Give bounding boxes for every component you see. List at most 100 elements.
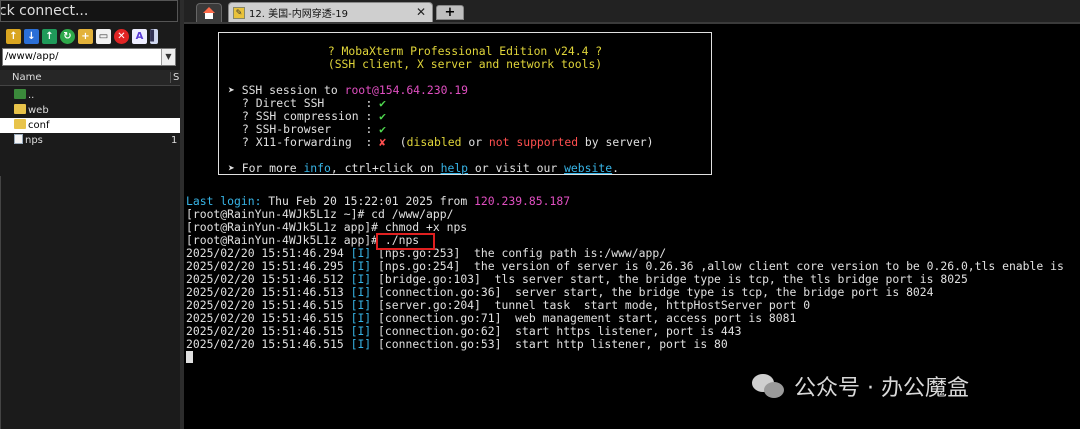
file-icon <box>14 134 23 144</box>
feature-label: ? Direct SSH : <box>242 96 373 110</box>
log-message: [connection.go:62] start https listener,… <box>378 324 742 338</box>
new-tab-button[interactable]: + <box>436 5 464 20</box>
more-icon[interactable]: ▌ <box>150 28 158 44</box>
x11-or: or <box>461 135 489 149</box>
last-login-date: Thu Feb 20 15:22:01 2025 <box>268 194 433 208</box>
new-file-icon[interactable]: ▭ <box>96 28 111 44</box>
banner-subtitle: (SSH client, X server and network tools) <box>327 57 603 71</box>
more-info-line: ➤ For more info, ctrl+click on help or v… <box>228 162 720 175</box>
log-timestamp: 2025/02/20 15:51:46.515 <box>186 298 344 312</box>
more-prefix: ➤ For more <box>228 161 304 175</box>
file-list: .. web conf nps 1 <box>0 88 180 148</box>
feature-label: ? SSH compression : <box>242 109 373 123</box>
feature-x11-forwarding: ? X11-forwarding : ✘ (disabled or not su… <box>242 136 734 149</box>
file-name: nps <box>25 135 43 146</box>
log-level: [I] <box>350 272 372 286</box>
chevron-down-icon[interactable]: ▼ <box>161 49 175 65</box>
path-value: /www/app/ <box>5 51 59 62</box>
terminal-tab-icon: ✎ <box>233 6 245 19</box>
log-level: [I] <box>350 246 372 260</box>
log-timestamp: 2025/02/20 15:51:46.295 <box>186 259 344 273</box>
log-level: [I] <box>350 324 372 338</box>
last-login-from: from <box>432 194 475 208</box>
feature-label: ? X11-forwarding : <box>242 135 373 149</box>
file-row[interactable]: .. <box>0 88 180 103</box>
download-icon[interactable]: ↓ <box>24 28 39 44</box>
delete-icon[interactable]: ✕ <box>114 28 129 44</box>
cross-icon: ✘ <box>379 135 387 149</box>
x11-note-open: ( <box>399 135 407 149</box>
folder-icon <box>14 104 26 114</box>
log-timestamp: 2025/02/20 15:51:46.515 <box>186 324 344 338</box>
sftp-sidebar: ick connect... ↑ ↓ ↑ ↻ + ▭ ✕ A ▌ /www/ap… <box>0 0 180 429</box>
log-message: [connection.go:53] start http listener, … <box>378 337 728 351</box>
sidebar-border <box>0 176 1 429</box>
log-message: [server.go:204] tunnel task start mode, … <box>378 298 811 312</box>
welcome-banner: ? MobaXterm Professional Edition v24.4 ?… <box>218 32 712 175</box>
log-level: [I] <box>350 311 372 325</box>
more-mid: , ctrl+click on <box>330 161 441 175</box>
file-name: conf <box>28 120 50 131</box>
path-field[interactable]: /www/app/ ▼ <box>2 48 176 66</box>
log-level: [I] <box>350 298 372 312</box>
ssh-session-prefix: ➤ SSH session to <box>228 83 345 97</box>
log-message: [bridge.go:103] tls server start, the br… <box>378 272 968 286</box>
terminal-cursor <box>186 351 193 363</box>
log-message: [connection.go:36] server start, the bri… <box>378 285 934 299</box>
feature-label: ? SSH-browser : <box>242 122 373 136</box>
log-timestamp: 2025/02/20 15:51:46.512 <box>186 272 344 286</box>
x11-not-supported: not supported <box>488 135 579 149</box>
new-folder-icon[interactable]: + <box>78 28 93 44</box>
file-row[interactable]: conf <box>0 118 180 133</box>
column-name-header[interactable]: Name <box>12 72 42 83</box>
wechat-watermark: 公众号 · 办公魔盒 <box>752 366 969 406</box>
column-size-header[interactable]: S <box>170 72 179 83</box>
sftp-toolbar: ↑ ↓ ↑ ↻ + ▭ ✕ A ▌ <box>0 26 180 46</box>
folder-icon <box>14 119 26 129</box>
help-link[interactable]: help <box>441 161 468 175</box>
log-line: 2025/02/20 15:51:46.515 [I] [connection.… <box>186 338 728 351</box>
log-timestamp: 2025/02/20 15:51:46.515 <box>186 337 344 351</box>
more-end: . <box>612 161 619 175</box>
home-icon <box>203 7 215 19</box>
more-or: or visit our <box>468 161 565 175</box>
file-name: web <box>28 105 49 116</box>
home-tab[interactable] <box>196 3 222 22</box>
check-icon: ✔ <box>379 122 387 136</box>
log-timestamp: 2025/02/20 15:51:46.513 <box>186 285 344 299</box>
log-message: [nps.go:254] the version of server is 0.… <box>378 259 1064 273</box>
x11-disabled: disabled <box>406 135 462 149</box>
file-row[interactable]: nps 1 <box>0 133 180 148</box>
file-name: .. <box>28 90 35 101</box>
tab-bar: ✎ 12. 美国-内网穿透-19 ✕ + <box>184 0 1080 24</box>
quick-connect-input[interactable]: ick connect... <box>0 0 178 22</box>
wechat-logo-icon <box>752 372 786 400</box>
last-login-label: Last login: <box>186 194 269 208</box>
info-link[interactable]: info <box>303 161 330 175</box>
file-size: 1 <box>171 135 178 146</box>
parent-folder-icon <box>14 89 26 99</box>
log-timestamp: 2025/02/20 15:51:46.294 <box>186 246 344 260</box>
check-icon: ✔ <box>379 96 387 110</box>
x11-note-close: by server) <box>578 135 654 149</box>
log-level: [I] <box>350 259 372 273</box>
log-timestamp: 2025/02/20 15:51:46.515 <box>186 311 344 325</box>
refresh-icon[interactable]: ↻ <box>60 28 75 44</box>
file-row[interactable]: web <box>0 103 180 118</box>
folder-up-icon[interactable]: ↑ <box>6 28 21 44</box>
tab-session-title: 12. 美国-内网穿透-19 <box>249 9 349 20</box>
rename-icon[interactable]: A <box>132 28 147 44</box>
quick-connect-placeholder: ick connect... <box>0 3 89 19</box>
command-highlight-box <box>376 233 435 250</box>
check-icon: ✔ <box>379 109 387 123</box>
close-icon[interactable]: ✕ <box>416 5 426 19</box>
upload-icon[interactable]: ↑ <box>42 28 57 44</box>
file-list-header: Name S <box>0 70 180 86</box>
ssh-host: root@154.64.230.19 <box>344 83 469 97</box>
tab-session[interactable]: ✎ 12. 美国-内网穿透-19 ✕ <box>228 2 433 22</box>
website-link[interactable]: website <box>564 161 612 175</box>
watermark-text: 公众号 · 办公魔盒 <box>794 376 969 401</box>
last-login-ip: 120.239.85.187 <box>474 194 571 208</box>
log-level: [I] <box>350 337 372 351</box>
log-level: [I] <box>350 285 372 299</box>
